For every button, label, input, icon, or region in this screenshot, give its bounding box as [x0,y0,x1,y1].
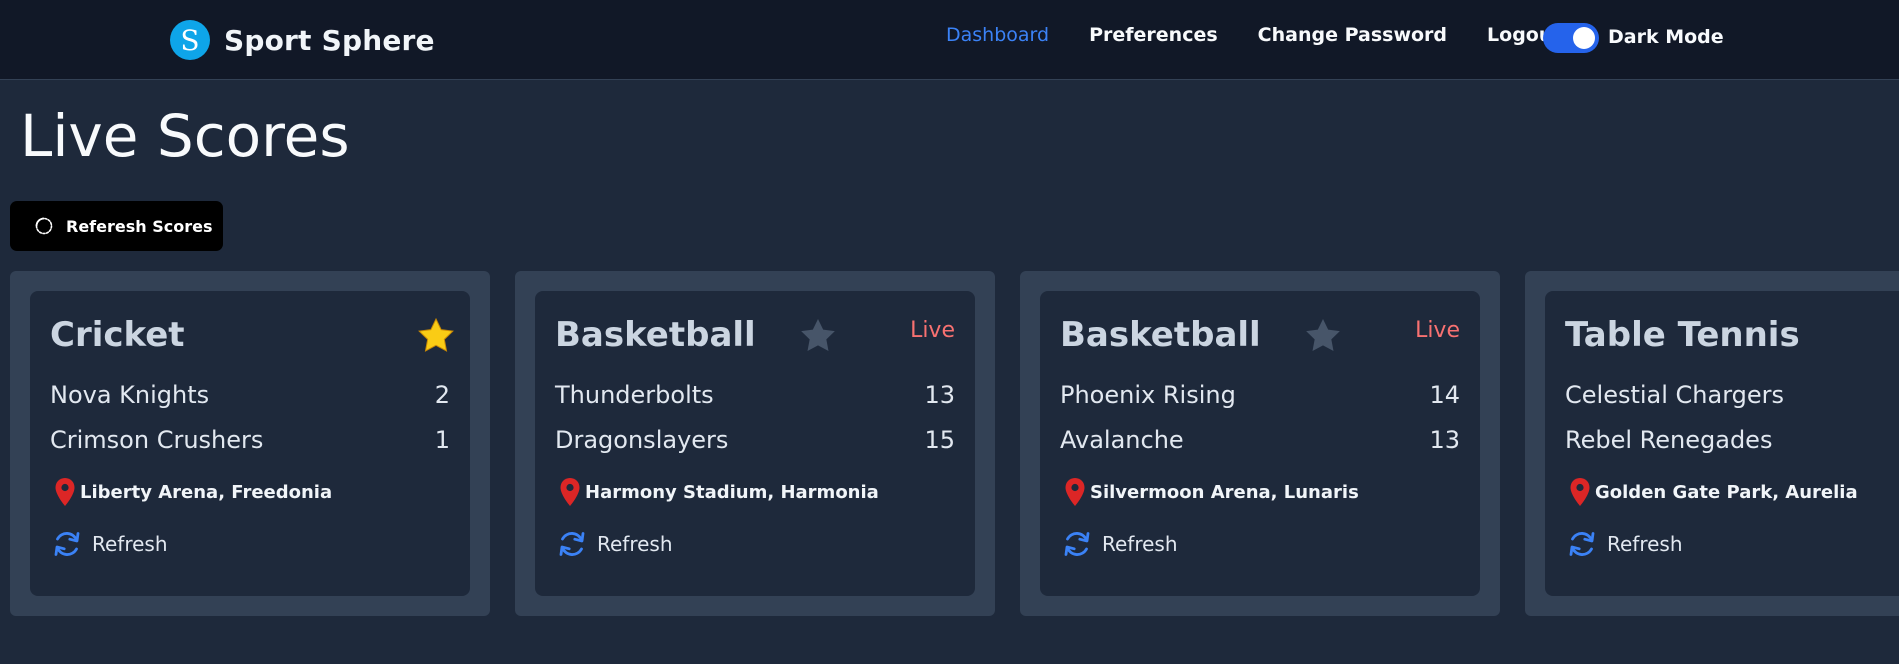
team-name: Nova Knights [50,381,210,409]
nav-link-change-password[interactable]: Change Password [1258,24,1447,46]
team-score: 15 [924,426,955,454]
sport-title: Basketball [1060,315,1261,355]
score-card: Cricket Nova Knights 2 Crimson Crushers … [10,271,490,616]
brand-name: Sport Sphere [224,23,435,57]
team-name: Celestial Chargers [1565,381,1785,409]
team-score: 13 [1429,426,1460,454]
venue: Harmony Stadium, Harmonia [559,477,879,507]
loading-spinner-icon [35,217,53,235]
score-card-body: Basketball Live Phoenix Rising 14 Avalan… [1040,291,1480,596]
team-score: 13 [924,381,955,409]
team-row: Celestial Chargers [1565,381,1879,409]
score-card-body: Basketball Live Thunderbolts 13 Dragonsl… [535,291,975,596]
brand[interactable]: S Sport Sphere [170,20,435,60]
refresh-label: Refresh [597,532,673,556]
location-pin-icon [55,478,75,506]
navbar: S Sport Sphere Dashboard Preferences Cha… [0,0,1899,80]
sport-title: Cricket [50,315,185,355]
toggle-knob [1573,27,1595,49]
venue-name: Golden Gate Park, Aurelia [1595,481,1858,503]
venue: Golden Gate Park, Aurelia [1569,477,1858,507]
score-cards: Cricket Nova Knights 2 Crimson Crushers … [10,271,1899,616]
refresh-scores-label: Referesh Scores [66,216,213,236]
location-pin-icon [1570,478,1590,506]
nav-link-preferences[interactable]: Preferences [1089,24,1218,46]
team-row: Avalanche 13 [1060,426,1460,454]
card-refresh-button[interactable]: Refresh [50,527,168,561]
score-card: Basketball Live Thunderbolts 13 Dragonsl… [515,271,995,616]
team-row: Crimson Crushers 1 [50,426,450,454]
nav-links: Dashboard Preferences Change Password Lo… [946,24,1601,46]
score-card-body: Cricket Nova Knights 2 Crimson Crushers … [30,291,470,596]
team-name: Rebel Renegades [1565,426,1773,454]
refresh-label: Refresh [92,532,168,556]
favorite-star-icon[interactable] [1303,316,1343,356]
team-row: Nova Knights 2 [50,381,450,409]
team-name: Thunderbolts [555,381,714,409]
team-name: Crimson Crushers [50,426,264,454]
team-row: Phoenix Rising 14 [1060,381,1460,409]
venue: Liberty Arena, Freedonia [54,477,332,507]
refresh-icon [1064,532,1090,556]
refresh-scores-button[interactable]: Referesh Scores [10,201,223,251]
score-card-body: Table Tennis Celestial Chargers Rebel Re… [1545,291,1899,596]
card-refresh-button[interactable]: Refresh [555,527,673,561]
dark-mode-toggle[interactable] [1543,23,1599,53]
location-pin-icon [1065,478,1085,506]
favorite-star-icon[interactable] [798,316,838,356]
page-title: Live Scores [20,102,350,170]
score-card: Table Tennis Celestial Chargers Rebel Re… [1525,271,1899,616]
sport-title: Table Tennis [1565,315,1800,355]
live-badge: Live [1415,318,1460,343]
score-card: Basketball Live Phoenix Rising 14 Avalan… [1020,271,1500,616]
sport-title: Basketball [555,315,756,355]
nav-link-dashboard[interactable]: Dashboard [946,24,1049,46]
refresh-icon [559,532,585,556]
card-refresh-button[interactable]: Refresh [1060,527,1178,561]
team-name: Avalanche [1060,426,1184,454]
venue-name: Silvermoon Arena, Lunaris [1090,481,1359,503]
team-name: Phoenix Rising [1060,381,1236,409]
team-row: Rebel Renegades [1565,426,1879,454]
dark-mode-label: Dark Mode [1608,26,1724,48]
team-score: 1 [434,426,450,454]
refresh-label: Refresh [1102,532,1178,556]
refresh-icon [1569,532,1595,556]
venue-name: Liberty Arena, Freedonia [80,481,333,503]
favorite-star-icon[interactable] [416,316,456,356]
venue-name: Harmony Stadium, Harmonia [585,481,879,503]
team-score: 2 [434,381,450,409]
venue: Silvermoon Arena, Lunaris [1064,477,1359,507]
location-pin-icon [560,478,580,506]
team-name: Dragonslayers [555,426,729,454]
team-score: 14 [1429,381,1460,409]
refresh-label: Refresh [1607,532,1683,556]
logo-icon: S [170,20,210,60]
card-refresh-button[interactable]: Refresh [1565,527,1683,561]
team-row: Thunderbolts 13 [555,381,955,409]
refresh-icon [54,532,80,556]
live-badge: Live [910,318,955,343]
team-row: Dragonslayers 15 [555,426,955,454]
